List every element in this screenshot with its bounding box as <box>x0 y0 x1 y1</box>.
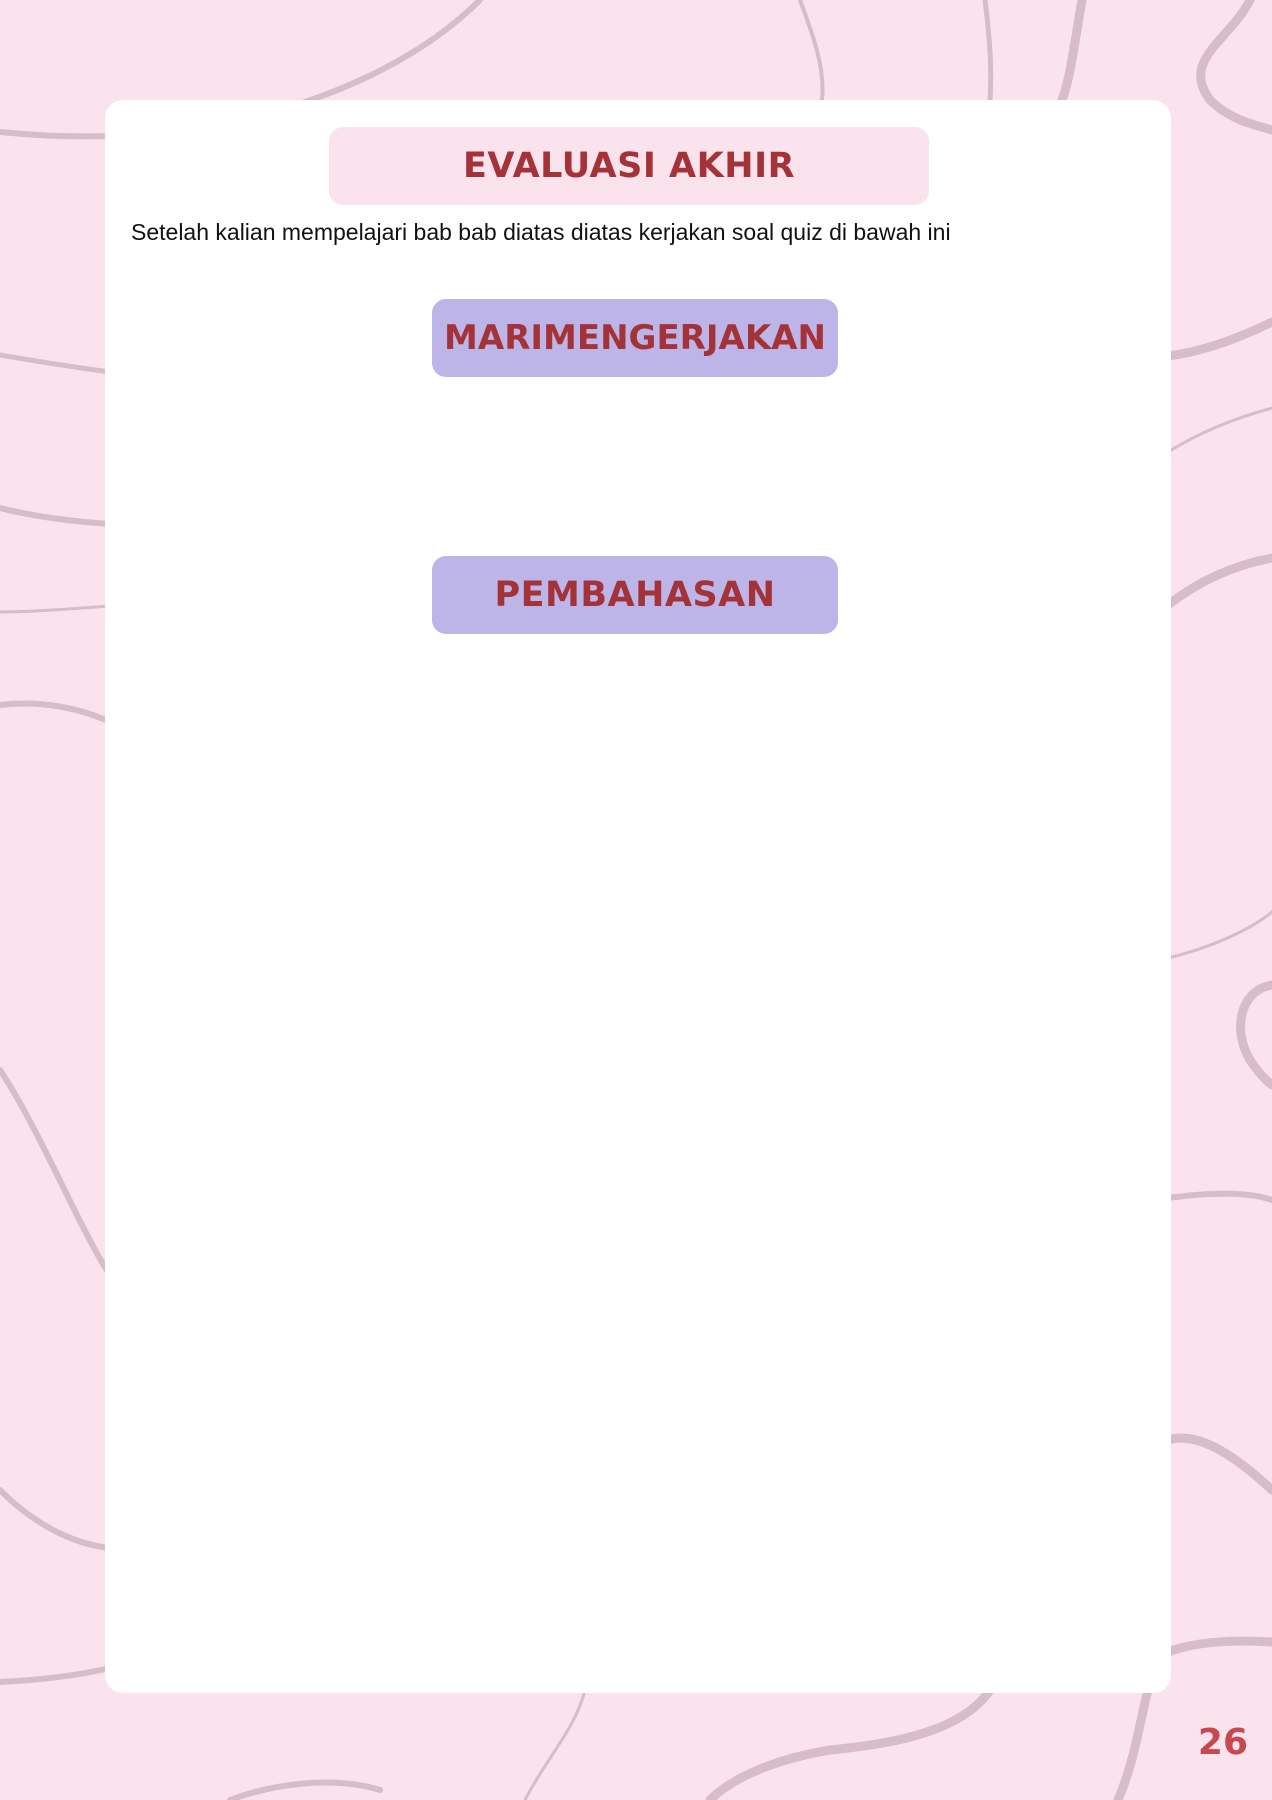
start-quiz-button-label: MARIMENGERJAKAN <box>444 318 826 358</box>
instruction-text: Setelah kalian mempelajari bab bab diata… <box>131 219 951 245</box>
discussion-button[interactable]: PEMBAHASAN <box>432 556 838 634</box>
page-title: EVALUASI AKHIR <box>462 146 796 186</box>
page-number: 26 <box>1197 1722 1248 1763</box>
discussion-button-label: PEMBAHASAN <box>494 575 776 615</box>
title-banner: EVALUASI AKHIR <box>329 127 929 205</box>
content-card: EVALUASI AKHIR Setelah kalian mempelajar… <box>105 100 1171 1693</box>
start-quiz-button[interactable]: MARIMENGERJAKAN <box>432 299 838 377</box>
